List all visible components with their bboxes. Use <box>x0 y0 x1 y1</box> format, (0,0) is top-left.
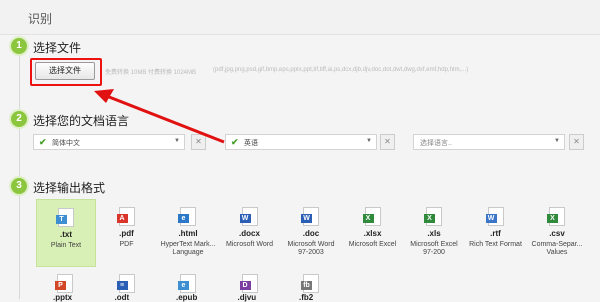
format-option-csv[interactable]: X .csv Comma-Separ... Values <box>528 199 586 265</box>
format-icon-badge: W <box>301 214 312 223</box>
step-1-title: 选择文件 <box>33 41 82 55</box>
panel-header: 识别 <box>0 0 600 35</box>
format-icon-badge: e <box>178 281 189 290</box>
format-description: Comma-Separ... Values <box>531 241 583 256</box>
csv-file-icon: X <box>547 207 565 226</box>
checkmark-icon: ✔ <box>231 137 239 147</box>
format-extension: .odt <box>114 293 130 302</box>
checkmark-icon: ✔ <box>39 137 47 147</box>
format-option-docx[interactable]: W .docx Microsoft Word <box>221 199 279 265</box>
language-select-2-value: 英语 <box>244 140 258 147</box>
format-icon-badge: X <box>424 214 435 223</box>
language-select-1[interactable]: ✔ 简体中文 ▼ <box>33 134 185 150</box>
format-option-xls[interactable]: X .xls Microsoft Excel 97-200 <box>405 199 463 265</box>
epub-file-icon[interactable]: e <box>178 274 196 293</box>
step-3-badge: 3 <box>11 178 27 194</box>
format-extension: .docx <box>239 229 260 238</box>
format-description: Microsoft Word 97-2003 <box>287 241 335 256</box>
chevron-down-icon: ▼ <box>366 138 372 144</box>
odt-file-icon[interactable]: ≡ <box>116 274 135 293</box>
language-1-clear-button[interactable]: ✕ <box>191 134 206 150</box>
format-extension: .djvu <box>237 293 257 302</box>
file-size-limit-text: 免费转换 10MB 付费转换 1024MB <box>105 70 197 76</box>
format-extension: .rtf <box>490 229 501 238</box>
supported-formats-text: (pdf,jpg,png,psd,gif,bmp,eps,pptx,ppt,ti… <box>213 67 469 73</box>
word-file-icon: W <box>301 207 319 226</box>
format-option-html[interactable]: e .html HyperText Mark... Language <box>159 199 217 265</box>
format-extension: .epub <box>176 293 198 302</box>
step-2-badge: 2 <box>11 111 27 127</box>
select-file-button[interactable]: 选择文件 <box>35 62 95 80</box>
language-select-3[interactable]: 选择语言.. ▼ <box>413 134 565 150</box>
format-extension: .xls <box>427 229 441 238</box>
step-2-title: 选择您的文档语言 <box>33 114 130 128</box>
format-extension: .pdf <box>119 229 134 238</box>
format-extension: .html <box>178 229 198 238</box>
language-3-clear-button[interactable]: ✕ <box>569 134 584 150</box>
format-icon-badge: D <box>239 281 251 290</box>
format-option-doc[interactable]: W .doc Microsoft Word 97-2003 <box>282 199 340 265</box>
txt-file-icon: T <box>56 208 74 227</box>
language-select-2[interactable]: ✔ 英语 ▼ <box>225 134 377 150</box>
steps-timeline <box>19 50 20 299</box>
excel-file-icon: X <box>362 207 381 226</box>
format-icon-badge: fb <box>301 281 312 290</box>
format-option-txt[interactable]: T .txt Plain Text <box>36 199 96 267</box>
panel-title: 识别 <box>28 12 53 26</box>
format-option-xlsx[interactable]: X .xlsx Microsoft Excel <box>344 199 402 265</box>
language-2-clear-button[interactable]: ✕ <box>380 134 395 150</box>
format-description: Microsoft Excel <box>348 241 397 248</box>
format-extension: .csv <box>549 229 565 238</box>
format-icon-badge: T <box>56 215 67 224</box>
format-description: Rich Text Format <box>469 241 522 248</box>
format-icon-badge: e <box>178 214 189 223</box>
format-icon-badge: W <box>239 214 251 223</box>
format-icon-badge: P <box>55 281 66 290</box>
format-description: Microsoft Excel 97-200 <box>410 241 458 256</box>
format-description: Microsoft Word <box>226 241 273 248</box>
format-description: Plain Text <box>50 242 82 249</box>
format-icon-badge: ≡ <box>116 281 128 290</box>
format-icon-badge: A <box>116 214 128 223</box>
step-3-title: 选择输出格式 <box>33 181 106 195</box>
format-extension: .fb2 <box>299 293 314 302</box>
fb2-file-icon[interactable]: fb <box>301 274 319 293</box>
language-select-3-placeholder: 选择语言.. <box>420 140 452 147</box>
djvu-file-icon[interactable]: D <box>239 274 258 293</box>
powerpoint-file-icon[interactable]: P <box>55 274 73 293</box>
chevron-down-icon: ▼ <box>554 138 560 144</box>
format-option-rtf[interactable]: W .rtf Rich Text Format <box>467 199 525 265</box>
step-1-badge: 1 <box>11 38 27 54</box>
format-description: PDF <box>119 241 134 248</box>
rtf-file-icon: W <box>485 207 504 226</box>
format-extension: .pptx <box>53 293 73 302</box>
format-icon-badge: W <box>485 214 497 223</box>
pdf-file-icon: A <box>116 207 135 226</box>
format-description: HyperText Mark... Language <box>160 241 216 256</box>
format-extension: .doc <box>302 229 320 238</box>
language-select-1-value: 简体中文 <box>52 140 80 147</box>
format-option-pdf[interactable]: A .pdf PDF <box>98 199 156 265</box>
format-extension: .xlsx <box>363 229 382 238</box>
format-icon-badge: X <box>547 214 558 223</box>
format-extension: .txt <box>60 230 72 239</box>
word-file-icon: W <box>239 207 258 226</box>
excel-file-icon: X <box>424 207 442 226</box>
html-file-icon: e <box>178 207 196 226</box>
chevron-down-icon: ▼ <box>174 138 180 144</box>
format-icon-badge: X <box>362 214 374 223</box>
